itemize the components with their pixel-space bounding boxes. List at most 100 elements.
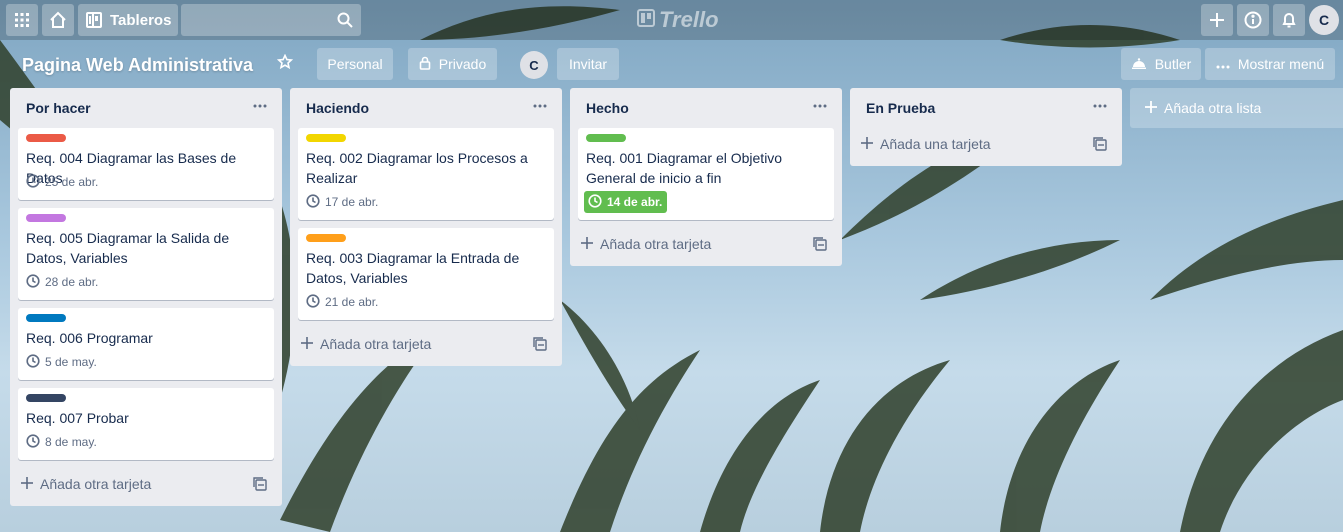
privacy-button[interactable]: Privado [408,48,497,80]
more-icon [1216,56,1230,72]
add-card-button[interactable]: Añada otra tarjeta [20,470,272,498]
add-list-label: Añada otra lista [1164,100,1262,116]
card[interactable]: Req. 005 Diagramar la Salida de Datos, V… [18,208,274,300]
add-card-button[interactable]: Añada otra tarjeta [580,230,832,258]
member-avatar[interactable]: C [520,51,548,79]
card-label[interactable] [26,134,66,142]
star-board-button[interactable] [270,48,300,80]
top-navbar: Tableros Trello C [0,0,1343,40]
list-hecho: Hecho Req. 001 Diagramar el Objetivo Gen… [570,88,842,266]
card-label[interactable] [26,214,66,222]
add-card-label: Añada otra tarjeta [600,236,712,252]
list-menu-icon[interactable] [250,96,270,116]
card-due-badge[interactable]: 8 de may. [26,432,97,452]
clock-icon [26,173,40,191]
show-menu-button[interactable]: Mostrar menú [1205,48,1335,80]
card[interactable]: Req. 003 Diagramar la Entrada de Datos, … [298,228,554,320]
board-title[interactable]: Pagina Web Administrativa [22,53,253,77]
card-label[interactable] [306,234,346,242]
card-due-date: 17 de abr. [325,195,379,209]
plus-icon [860,136,874,153]
card[interactable]: Req. 007 Probar 8 de may. [18,388,274,460]
trello-logo[interactable]: Trello [637,7,719,33]
clock-icon [588,193,602,211]
butler-button[interactable]: Butler [1121,48,1201,80]
clock-icon [306,293,320,311]
card-template-icon[interactable] [252,476,268,492]
privacy-label: Privado [438,56,487,72]
search-input[interactable] [181,4,361,36]
show-menu-label: Mostrar menú [1237,56,1325,72]
add-card-button[interactable]: Añada una tarjeta [860,130,1112,158]
card-due-badge[interactable]: 17 de abr. [306,192,378,212]
card-due-badge[interactable]: 25 de abr. [26,172,98,192]
card[interactable]: Req. 001 Diagramar el Objetivo General d… [578,128,834,220]
user-avatar[interactable]: C [1309,5,1339,35]
plus-icon [580,236,594,253]
list-title[interactable]: Haciendo [306,100,369,116]
list-por-hacer: Por hacer Req. 004 Diagramar las Bases d… [10,88,282,506]
add-card-button[interactable]: Añada otra tarjeta [300,330,552,358]
card-title: Req. 007 Probar [26,410,129,426]
card[interactable]: Req. 006 Programar 5 de may. [18,308,274,380]
clock-icon [26,353,40,371]
list-menu-icon[interactable] [1090,96,1110,116]
search-icon[interactable] [337,12,353,28]
list-header[interactable]: Por hacer [10,88,282,128]
boards-label: Tableros [110,11,172,29]
card-due-date: 14 de abr. [607,195,663,209]
plus-icon [20,476,34,493]
list-title[interactable]: Por hacer [26,100,91,116]
add-list-button[interactable]: Añada otra lista [1130,88,1343,128]
invite-button[interactable]: Invitar [557,48,619,80]
card-label[interactable] [586,134,626,142]
notifications-button[interactable] [1273,4,1305,36]
list-header[interactable]: Haciendo [290,88,562,128]
list-menu-icon[interactable] [530,96,550,116]
card-title: Req. 002 Diagramar los Procesos a Realiz… [306,150,528,186]
star-icon [276,53,294,75]
card-due-badge[interactable]: 28 de abr. [26,272,98,292]
info-icon [1244,11,1262,29]
card-template-icon[interactable] [532,336,548,352]
card-label[interactable] [26,314,66,322]
list-menu-icon[interactable] [810,96,830,116]
list-haciendo: Haciendo Req. 002 Diagramar los Procesos… [290,88,562,366]
home-button[interactable] [42,4,74,36]
card[interactable]: Req. 002 Diagramar los Procesos a Realiz… [298,128,554,220]
boards-button[interactable]: Tableros [78,4,178,36]
card-label[interactable] [306,134,346,142]
grid-icon [14,12,30,28]
create-button[interactable] [1201,4,1233,36]
card-due-date: 25 de abr. [45,175,99,189]
card-label[interactable] [26,394,66,402]
list-en-prueba: En Prueba Añada una tarjeta [850,88,1122,166]
add-card-label: Añada una tarjeta [880,136,991,152]
info-button[interactable] [1237,4,1269,36]
card-due-badge[interactable]: 5 de may. [26,352,97,372]
butler-label: Butler [1154,56,1192,72]
list-header[interactable]: En Prueba [850,88,1122,128]
card-title: Req. 006 Programar [26,330,153,346]
clock-icon [26,433,40,451]
trello-logo-icon [637,7,655,33]
invite-label: Invitar [568,56,608,72]
team-visibility-button[interactable]: Personal [317,48,393,80]
card-due-date: 28 de abr. [45,275,99,289]
card-template-icon[interactable] [1092,136,1108,152]
card-due-badge-complete[interactable]: 14 de abr. [584,191,668,213]
card[interactable]: Req. 004 Diagramar las Bases de Datos 25… [18,128,274,200]
card-template-icon[interactable] [812,236,828,252]
list-title[interactable]: Hecho [586,100,629,116]
apps-button[interactable] [6,4,38,36]
card-due-date: 21 de abr. [325,295,379,309]
list-header[interactable]: Hecho [570,88,842,128]
trello-logo-text: Trello [659,7,719,32]
plus-icon [1209,12,1225,28]
card-due-badge[interactable]: 21 de abr. [306,292,378,312]
team-visibility-label: Personal [327,56,383,72]
board-icon [86,12,102,28]
card-title: Req. 005 Diagramar la Salida de Datos, V… [26,230,230,266]
list-title[interactable]: En Prueba [866,100,935,116]
clock-icon [306,193,320,211]
